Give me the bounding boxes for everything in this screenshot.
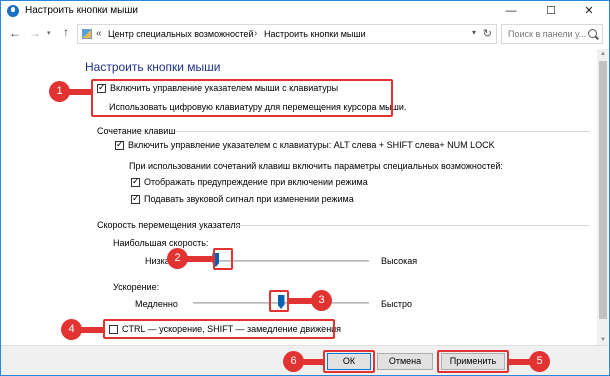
breadcrumb-overflow-icon[interactable]: « (96, 28, 102, 39)
top-speed-high-label: Высокая (381, 256, 418, 266)
dialog-window: Настроить кнопки мыши — ☐ ✕ ← → ▾ ↑ « Це… (0, 0, 610, 376)
back-arrow-icon[interactable]: ← (9, 26, 21, 40)
title-bar: Настроить кнопки мыши — ☐ ✕ (1, 1, 609, 21)
shortcut-enable-row[interactable]: Включить управление указателем с клавиат… (115, 139, 495, 150)
shortcut-enable-checkbox[interactable] (115, 139, 124, 150)
shortcut-hint-text: При использовании сочетаний клавиш включ… (129, 161, 503, 171)
refresh-icon[interactable]: ↻ (483, 27, 492, 40)
maximize-button[interactable]: ☐ (531, 1, 571, 21)
scrollbar-thumb[interactable] (599, 61, 607, 319)
accel-label: Ускорение: (113, 282, 160, 292)
top-speed-label: Наибольшая скорость: (113, 238, 209, 248)
recent-locations-dropdown-icon[interactable]: ▾ (47, 29, 51, 37)
accel-low-label: Медленно (135, 299, 178, 309)
control-panel-icon (82, 29, 92, 39)
callout-6: 6 (283, 351, 304, 372)
speed-divider (235, 225, 589, 226)
navigation-bar: ← → ▾ ↑ « Центр специальных возможностей… (1, 21, 609, 47)
mouse-app-icon (7, 5, 19, 17)
forward-arrow-icon[interactable]: → (29, 26, 41, 40)
callout-2: 2 (167, 248, 188, 269)
play-sound-row[interactable]: Подавать звуковой сигнал при изменении р… (131, 193, 354, 204)
show-warning-row[interactable]: Отображать предупреждение при включении … (131, 176, 368, 187)
search-icon[interactable] (588, 29, 597, 38)
breadcrumb-ease-of-access[interactable]: Центр специальных возможностей (108, 29, 254, 39)
callout-tail-2 (185, 256, 215, 262)
highlight-speed-thumb (213, 248, 233, 270)
callout-tail-1 (67, 89, 93, 95)
accel-high-label: Быстро (381, 299, 413, 309)
scroll-up-icon[interactable]: ▲ (600, 51, 606, 57)
callout-tail-6 (301, 359, 325, 365)
highlight-accel-thumb (269, 290, 289, 312)
speed-section-title: Скорость перемещения указателя (97, 220, 241, 230)
callout-5: 5 (529, 351, 550, 372)
cancel-button[interactable]: Отмена (377, 353, 433, 370)
highlight-ok (323, 350, 375, 373)
callout-1: 1 (49, 81, 70, 102)
breadcrumb-current[interactable]: Настроить кнопки мыши (264, 29, 366, 39)
page-title: Настроить кнопки мыши (85, 60, 221, 74)
shortcut-section-title: Сочетание клавиш (97, 126, 176, 136)
play-sound-checkbox[interactable] (131, 193, 140, 204)
show-warning-checkbox[interactable] (131, 176, 140, 187)
up-arrow-icon[interactable]: ↑ (63, 25, 69, 39)
show-warning-label: Отображать предупреждение при включении … (144, 177, 368, 187)
address-bar[interactable]: « Центр специальных возможностей › Настр… (77, 24, 497, 44)
vertical-scrollbar[interactable]: ▲ ▼ (597, 49, 609, 345)
minimize-button[interactable]: — (491, 1, 531, 21)
highlight-mousekeys (91, 79, 393, 117)
scroll-down-icon[interactable]: ▼ (600, 337, 606, 343)
breadcrumb-chevron-icon: › (254, 28, 258, 39)
search-box[interactable]: Поиск в панели у... (501, 24, 603, 44)
search-input[interactable]: Поиск в панели у... (508, 29, 586, 39)
callout-4: 4 (61, 319, 82, 340)
play-sound-label: Подавать звуковой сигнал при изменении р… (144, 194, 354, 204)
callout-tail-4 (79, 327, 105, 333)
highlight-apply (437, 350, 509, 373)
window-title: Настроить кнопки мыши (25, 5, 138, 16)
address-dropdown-icon[interactable]: ▾ (472, 28, 476, 37)
shortcut-divider (175, 131, 589, 132)
callout-3: 3 (311, 290, 332, 311)
close-button[interactable]: ✕ (569, 1, 609, 21)
callout-tail-5 (507, 359, 531, 365)
shortcut-enable-label: Включить управление указателем с клавиат… (128, 140, 495, 150)
highlight-ctrl-shift (103, 319, 335, 339)
